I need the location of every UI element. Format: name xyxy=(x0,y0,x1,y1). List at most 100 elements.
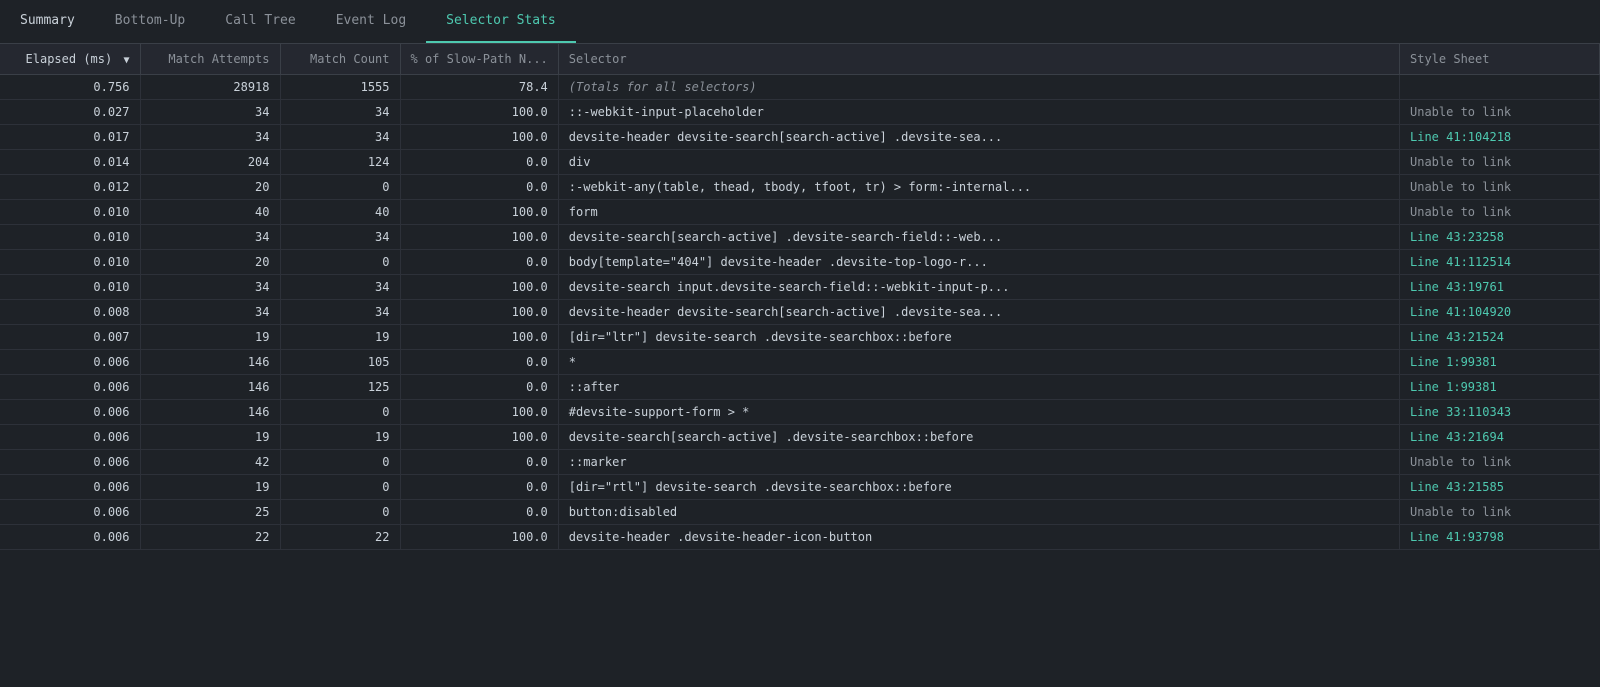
cell-selector: ::after xyxy=(558,375,1399,400)
tab-call-tree[interactable]: Call Tree xyxy=(205,0,315,43)
cell-slow-path: 100.0 xyxy=(400,400,558,425)
tab-event-log[interactable]: Event Log xyxy=(316,0,426,43)
col-header-stylesheet[interactable]: Style Sheet xyxy=(1400,44,1600,75)
cell-match-attempts: 34 xyxy=(140,225,280,250)
cell-match-count: 34 xyxy=(280,225,400,250)
table-container: Elapsed (ms) ▼ Match Attempts Match Coun… xyxy=(0,44,1600,687)
cell-stylesheet[interactable]: Line 43:21524 xyxy=(1400,325,1600,350)
cell-elapsed: 0.006 xyxy=(0,475,140,500)
table-row[interactable]: 0.006 146 125 0.0 ::after Line 1:99381 xyxy=(0,375,1600,400)
cell-selector: ::-webkit-input-placeholder xyxy=(558,100,1399,125)
table-row[interactable]: 0.006 22 22 100.0 devsite-header .devsit… xyxy=(0,525,1600,550)
table-row[interactable]: 0.007 19 19 100.0 [dir="ltr"] devsite-se… xyxy=(0,325,1600,350)
table-row[interactable]: 0.006 42 0 0.0 ::marker Unable to link xyxy=(0,450,1600,475)
cell-selector: (Totals for all selectors) xyxy=(558,75,1399,100)
cell-selector: button:disabled xyxy=(558,500,1399,525)
cell-match-attempts: 19 xyxy=(140,325,280,350)
table-row[interactable]: 0.014 204 124 0.0 div Unable to link xyxy=(0,150,1600,175)
table-row[interactable]: 0.012 20 0 0.0 :-webkit-any(table, thead… xyxy=(0,175,1600,200)
cell-selector: [dir="rtl"] devsite-search .devsite-sear… xyxy=(558,475,1399,500)
col-match-attempts-label: Match Attempts xyxy=(168,52,269,66)
cell-selector: form xyxy=(558,200,1399,225)
cell-slow-path: 0.0 xyxy=(400,175,558,200)
table-row[interactable]: 0.006 19 0 0.0 [dir="rtl"] devsite-searc… xyxy=(0,475,1600,500)
cell-elapsed: 0.012 xyxy=(0,175,140,200)
cell-stylesheet[interactable]: Line 41:93798 xyxy=(1400,525,1600,550)
cell-match-attempts: 22 xyxy=(140,525,280,550)
tab-bar: SummaryBottom-UpCall TreeEvent LogSelect… xyxy=(0,0,1600,44)
cell-match-count: 105 xyxy=(280,350,400,375)
cell-match-attempts: 20 xyxy=(140,250,280,275)
cell-stylesheet[interactable]: Line 43:21585 xyxy=(1400,475,1600,500)
cell-elapsed: 0.010 xyxy=(0,250,140,275)
cell-match-count: 34 xyxy=(280,275,400,300)
cell-elapsed: 0.027 xyxy=(0,100,140,125)
table-row[interactable]: 0.010 20 0 0.0 body[template="404"] devs… xyxy=(0,250,1600,275)
table-row[interactable]: 0.017 34 34 100.0 devsite-header devsite… xyxy=(0,125,1600,150)
cell-slow-path: 100.0 xyxy=(400,275,558,300)
selector-stats-table: Elapsed (ms) ▼ Match Attempts Match Coun… xyxy=(0,44,1600,550)
cell-selector: devsite-search[search-active] .devsite-s… xyxy=(558,225,1399,250)
cell-match-count: 125 xyxy=(280,375,400,400)
cell-stylesheet: Unable to link xyxy=(1400,175,1600,200)
cell-selector: devsite-search input.devsite-search-fiel… xyxy=(558,275,1399,300)
cell-stylesheet[interactable]: Line 1:99381 xyxy=(1400,375,1600,400)
cell-stylesheet: Unable to link xyxy=(1400,200,1600,225)
cell-slow-path: 100.0 xyxy=(400,425,558,450)
cell-slow-path: 78.4 xyxy=(400,75,558,100)
table-row[interactable]: 0.756 28918 1555 78.4 (Totals for all se… xyxy=(0,75,1600,100)
cell-selector: div xyxy=(558,150,1399,175)
cell-match-count: 22 xyxy=(280,525,400,550)
cell-stylesheet[interactable]: Line 43:23258 xyxy=(1400,225,1600,250)
cell-match-count: 34 xyxy=(280,100,400,125)
cell-match-attempts: 146 xyxy=(140,350,280,375)
table-row[interactable]: 0.010 34 34 100.0 devsite-search input.d… xyxy=(0,275,1600,300)
col-header-selector[interactable]: Selector xyxy=(558,44,1399,75)
cell-slow-path: 100.0 xyxy=(400,125,558,150)
col-header-slow-path[interactable]: % of Slow-Path N... xyxy=(400,44,558,75)
table-row[interactable]: 0.006 19 19 100.0 devsite-search[search-… xyxy=(0,425,1600,450)
col-header-match-attempts[interactable]: Match Attempts xyxy=(140,44,280,75)
cell-match-count: 124 xyxy=(280,150,400,175)
cell-selector: devsite-header devsite-search[search-act… xyxy=(558,300,1399,325)
cell-slow-path: 0.0 xyxy=(400,475,558,500)
cell-match-attempts: 146 xyxy=(140,375,280,400)
table-row[interactable]: 0.006 25 0 0.0 button:disabled Unable to… xyxy=(0,500,1600,525)
tab-bottom-up[interactable]: Bottom-Up xyxy=(95,0,205,43)
cell-match-attempts: 34 xyxy=(140,300,280,325)
cell-elapsed: 0.010 xyxy=(0,200,140,225)
cell-elapsed: 0.014 xyxy=(0,150,140,175)
cell-elapsed: 0.010 xyxy=(0,275,140,300)
cell-slow-path: 100.0 xyxy=(400,225,558,250)
table-row[interactable]: 0.027 34 34 100.0 ::-webkit-input-placeh… xyxy=(0,100,1600,125)
cell-stylesheet[interactable]: Line 43:21694 xyxy=(1400,425,1600,450)
cell-match-count: 19 xyxy=(280,425,400,450)
cell-selector: devsite-header devsite-search[search-act… xyxy=(558,125,1399,150)
table-row[interactable]: 0.006 146 0 100.0 #devsite-support-form … xyxy=(0,400,1600,425)
cell-selector: ::marker xyxy=(558,450,1399,475)
cell-selector: body[template="404"] devsite-header .dev… xyxy=(558,250,1399,275)
cell-slow-path: 100.0 xyxy=(400,325,558,350)
table-row[interactable]: 0.010 34 34 100.0 devsite-search[search-… xyxy=(0,225,1600,250)
table-row[interactable]: 0.008 34 34 100.0 devsite-header devsite… xyxy=(0,300,1600,325)
cell-stylesheet[interactable]: Line 43:19761 xyxy=(1400,275,1600,300)
col-elapsed-label: Elapsed (ms) xyxy=(26,52,113,66)
cell-stylesheet[interactable]: Line 41:104920 xyxy=(1400,300,1600,325)
table-row[interactable]: 0.010 40 40 100.0 form Unable to link xyxy=(0,200,1600,225)
col-header-match-count[interactable]: Match Count xyxy=(280,44,400,75)
cell-stylesheet[interactable]: Line 1:99381 xyxy=(1400,350,1600,375)
tab-summary[interactable]: Summary xyxy=(0,0,95,43)
cell-slow-path: 0.0 xyxy=(400,150,558,175)
cell-stylesheet[interactable]: Line 41:112514 xyxy=(1400,250,1600,275)
cell-elapsed: 0.006 xyxy=(0,450,140,475)
cell-stylesheet: Unable to link xyxy=(1400,450,1600,475)
table-row[interactable]: 0.006 146 105 0.0 * Line 1:99381 xyxy=(0,350,1600,375)
col-header-elapsed[interactable]: Elapsed (ms) ▼ xyxy=(0,44,140,75)
cell-match-count: 40 xyxy=(280,200,400,225)
cell-stylesheet[interactable]: Line 33:110343 xyxy=(1400,400,1600,425)
cell-stylesheet[interactable]: Line 41:104218 xyxy=(1400,125,1600,150)
tab-selector-stats[interactable]: Selector Stats xyxy=(426,0,576,43)
cell-match-attempts: 204 xyxy=(140,150,280,175)
cell-slow-path: 100.0 xyxy=(400,100,558,125)
cell-match-attempts: 19 xyxy=(140,475,280,500)
